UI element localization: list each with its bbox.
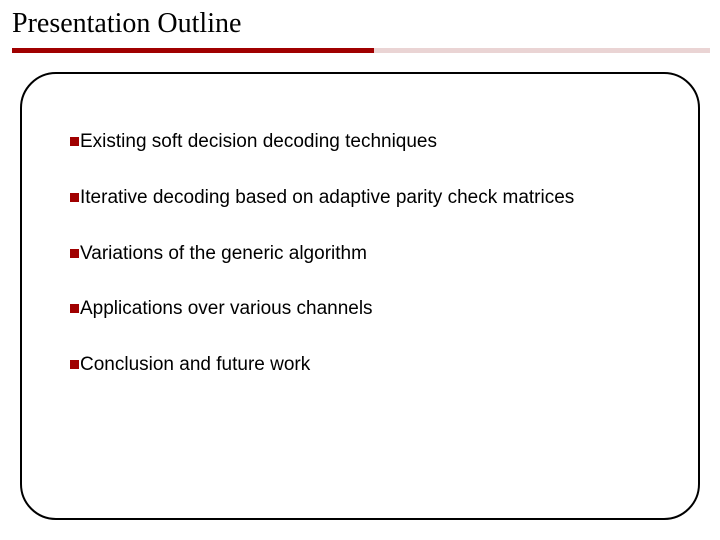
title-underline-accent [12, 48, 374, 53]
list-item: Iterative decoding based on adaptive par… [70, 186, 678, 210]
content-frame: Existing soft decision decoding techniqu… [20, 72, 700, 520]
slide-title: Presentation Outline [12, 8, 241, 40]
list-item: Variations of the generic algorithm [70, 242, 678, 266]
title-underline-light [374, 48, 710, 53]
list-item-text: Existing soft decision decoding techniqu… [80, 130, 678, 154]
list-item-text: Variations of the generic algorithm [80, 242, 678, 266]
slide: Presentation Outline Existing soft decis… [0, 0, 720, 540]
list-item-text: Conclusion and future work [80, 353, 678, 377]
square-bullet-icon [70, 137, 79, 146]
square-bullet-icon [70, 193, 79, 202]
list-item-text: Iterative decoding based on adaptive par… [80, 186, 678, 210]
square-bullet-icon [70, 249, 79, 258]
square-bullet-icon [70, 360, 79, 369]
square-bullet-icon [70, 304, 79, 313]
list-item: Conclusion and future work [70, 353, 678, 377]
list-item: Applications over various channels [70, 297, 678, 321]
list-item-text: Applications over various channels [80, 297, 678, 321]
list-item: Existing soft decision decoding techniqu… [70, 130, 678, 154]
